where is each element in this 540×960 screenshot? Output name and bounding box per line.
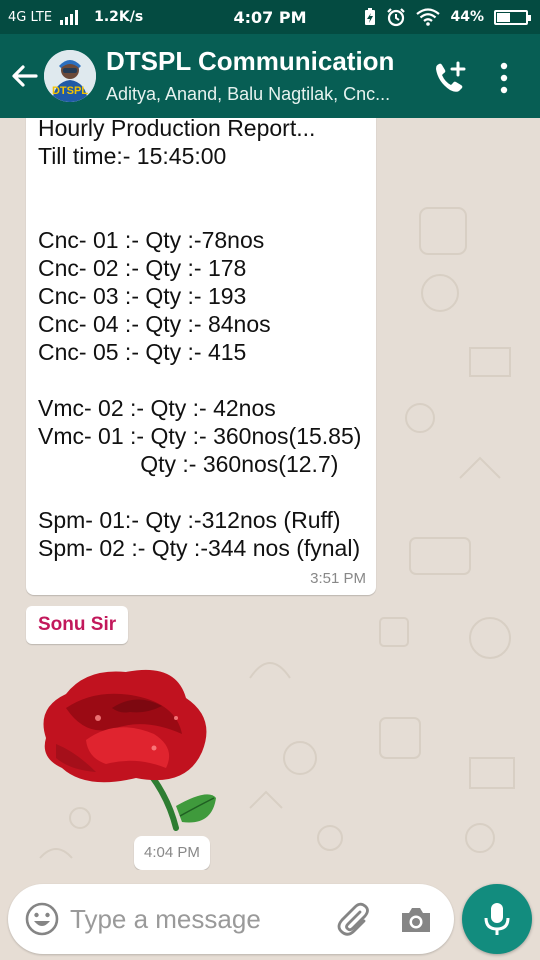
message-line: Spm- 02 :- Qty :-344 nos (fynal) xyxy=(38,535,361,561)
message-input[interactable] xyxy=(70,896,330,942)
chat-area[interactable]: Hourly Production Report... Till time:- … xyxy=(0,118,540,870)
message-line xyxy=(38,170,376,198)
add-call-icon[interactable] xyxy=(430,58,470,98)
chat-title[interactable]: DTSPL Communication xyxy=(106,46,394,77)
mic-button[interactable] xyxy=(462,884,532,954)
status-bar: 4G LTE 1.2K/s 4:07 PM 44% xyxy=(0,0,540,34)
chat-header: DTSPL DTSPL Communication Aditya, Anand,… xyxy=(0,34,540,118)
message-line: Hourly Production Report... xyxy=(38,118,316,141)
avatar-logo-text: DTSPL xyxy=(52,85,88,97)
rose-sticker[interactable] xyxy=(26,648,226,838)
message-line xyxy=(38,478,376,506)
message-line xyxy=(38,198,376,226)
message-bubble[interactable]: Hourly Production Report... Till time:- … xyxy=(26,118,376,595)
message-time: 3:51 PM xyxy=(310,570,366,587)
paperclip-icon[interactable] xyxy=(334,900,372,938)
message-line: Cnc- 04 :- Qty :- 84nos xyxy=(38,311,271,337)
message-text: Hourly Production Report... Till time:- … xyxy=(38,118,376,562)
message-line: Qty :- 360nos(12.7) xyxy=(38,451,339,477)
emoji-icon[interactable] xyxy=(24,901,60,937)
message-line: Till time:- 15:45:00 xyxy=(38,143,227,169)
alarm-icon xyxy=(387,8,406,27)
message-line: Cnc- 02 :- Qty :- 178 xyxy=(38,255,247,281)
arrow-back-icon[interactable] xyxy=(6,58,42,94)
battery-percent: 44% xyxy=(450,9,484,25)
message-line: Vmc- 02 :- Qty :- 42nos xyxy=(38,395,276,421)
sticker-time: 4:04 PM xyxy=(134,836,210,870)
more-vert-icon[interactable] xyxy=(490,58,518,98)
wifi-icon xyxy=(416,8,441,26)
battery-icon xyxy=(494,9,531,25)
group-avatar[interactable]: DTSPL xyxy=(44,50,96,102)
camera-icon[interactable] xyxy=(398,902,434,938)
message-line xyxy=(38,366,376,394)
message-line: Spm- 01:- Qty :-312nos (Ruff) xyxy=(38,507,341,533)
message-line: Cnc- 05 :- Qty :- 415 xyxy=(38,339,247,365)
message-line: Vmc- 01 :- Qty :- 360nos(15.85) xyxy=(38,423,362,449)
sender-name[interactable]: Sonu Sir xyxy=(26,606,129,644)
chat-members[interactable]: Aditya, Anand, Balu Nagtilak, Cnc... xyxy=(106,84,418,105)
message-composer xyxy=(8,884,454,954)
message-line: Cnc- 03 :- Qty :- 193 xyxy=(38,283,247,309)
mic-icon xyxy=(484,903,510,935)
battery-saver-icon xyxy=(365,8,376,25)
message-line: Cnc- 01 :- Qty :-78nos xyxy=(38,227,265,253)
